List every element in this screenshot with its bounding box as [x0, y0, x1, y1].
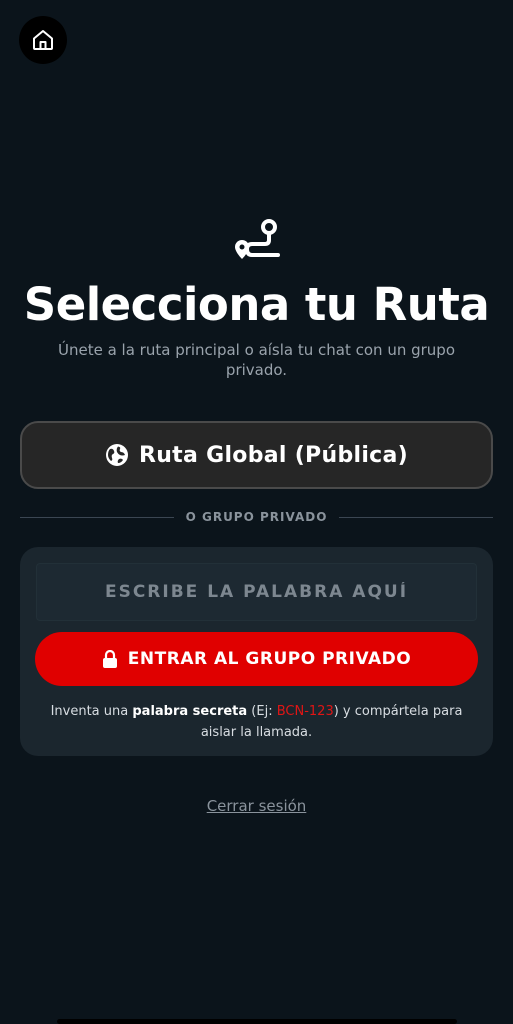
route-selection-screen: Selecciona tu Ruta Únete a la ruta princ… [0, 0, 513, 1024]
section-divider: O GRUPO PRIVADO [20, 507, 493, 529]
private-group-hint: Inventa una palabra secreta (Ej: BCN-123… [36, 701, 477, 743]
route-icon [235, 219, 280, 259]
page-title: Selecciona tu Ruta [23, 278, 490, 331]
secret-word-input[interactable] [36, 563, 477, 621]
home-indicator [57, 1019, 457, 1024]
enter-private-group-label: ENTRAR AL GRUPO PRIVADO [127, 649, 412, 669]
home-icon [33, 30, 53, 50]
hint-example: BCN-123 [276, 704, 334, 719]
global-route-label: Ruta Global (Pública) [138, 442, 409, 468]
home-button[interactable] [19, 16, 67, 64]
global-route-button[interactable]: Ruta Global (Pública) [20, 421, 493, 489]
globe-icon [105, 444, 128, 466]
hint-bold: palabra secreta [132, 704, 248, 719]
divider-line-right [339, 517, 493, 518]
enter-private-group-button[interactable]: ENTRAR AL GRUPO PRIVADO [35, 632, 478, 686]
page-subtitle: Únete a la ruta principal o aísla tu cha… [58, 341, 455, 379]
hint-text-1: Inventa una [50, 704, 133, 719]
private-group-card: ENTRAR AL GRUPO PRIVADO Inventa una pala… [20, 547, 493, 756]
logout-link[interactable]: Cerrar sesión [0, 797, 513, 815]
lock-icon [102, 650, 117, 668]
hint-text-2: (Ej: [247, 704, 277, 719]
